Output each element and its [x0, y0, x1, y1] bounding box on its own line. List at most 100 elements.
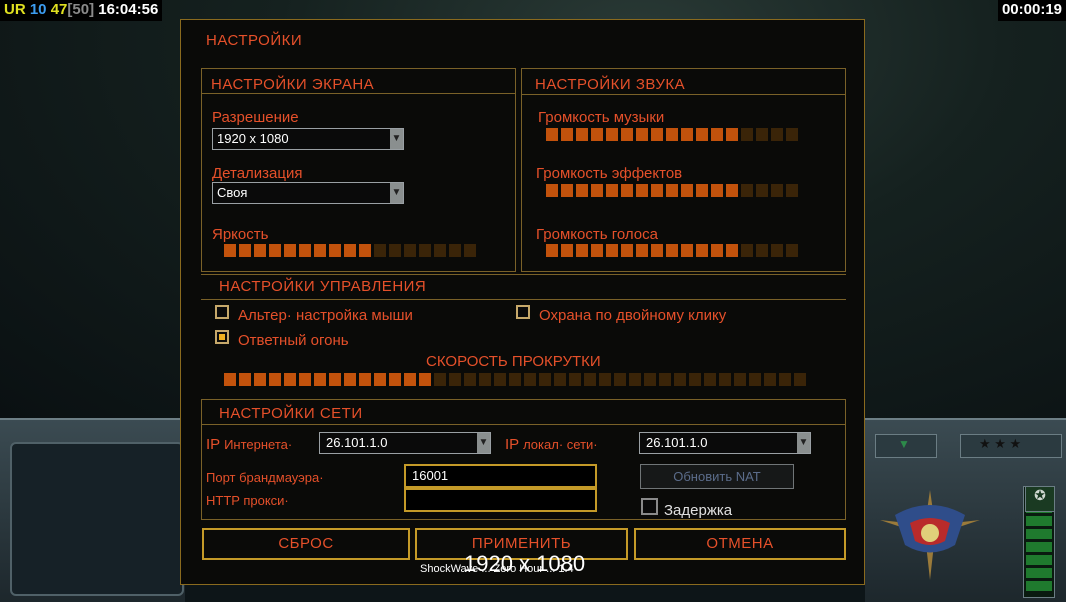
delay-checkbox[interactable] [641, 498, 658, 515]
slider-segment [689, 373, 701, 386]
system-clock: 16:04:56 [98, 1, 159, 18]
slider-segment [554, 373, 566, 386]
music-volume-slider[interactable] [546, 128, 798, 141]
slider-segment [599, 373, 611, 386]
slider-segment [374, 373, 386, 386]
slider-segment [771, 244, 783, 257]
http-proxy-label: HTTP прокси· [206, 493, 289, 508]
slider-segment [329, 244, 341, 257]
slider-segment [771, 128, 783, 141]
slider-segment [749, 373, 761, 386]
music-volume-label: Громкость музыки [538, 109, 665, 126]
slider-segment [404, 373, 416, 386]
slider-segment [299, 373, 311, 386]
slider-segment [359, 373, 371, 386]
faction-emblem-icon [880, 490, 980, 580]
slider-segment [636, 184, 648, 197]
slider-segment [621, 184, 633, 197]
slider-segment [756, 128, 768, 141]
stat-ur: UR [4, 1, 26, 18]
slider-segment [764, 373, 776, 386]
slider-segment [576, 244, 588, 257]
voice-volume-slider[interactable] [546, 244, 798, 257]
slider-segment [239, 244, 251, 257]
slider-segment [696, 128, 708, 141]
slider-segment [576, 128, 588, 141]
slider-segment [726, 244, 738, 257]
slider-segment [269, 373, 281, 386]
slider-segment [651, 244, 663, 257]
slider-segment [741, 128, 753, 141]
slider-segment [606, 184, 618, 197]
slider-segment [284, 244, 296, 257]
game-timer: 00:00:19 [997, 0, 1066, 21]
reset-button[interactable]: СБРОС [202, 528, 410, 560]
slider-segment [704, 373, 716, 386]
slider-segment [741, 244, 753, 257]
slider-segment [644, 373, 656, 386]
alt-mouse-checkbox[interactable] [215, 305, 229, 319]
hud-tab-rank[interactable]: ★ ★ ★ [960, 434, 1062, 458]
voice-volume-label: Громкость голоса [536, 226, 658, 243]
slider-segment [404, 244, 416, 257]
slider-segment [569, 373, 581, 386]
detail-dropdown[interactable]: Своя ▼ [212, 182, 404, 204]
slider-segment [359, 244, 371, 257]
slider-segment [726, 184, 738, 197]
power-icon: ✪ [1025, 486, 1055, 512]
slider-segment [434, 373, 446, 386]
slider-segment [651, 128, 663, 141]
slider-segment [299, 244, 311, 257]
settings-title: НАСТРОЙКИ [206, 32, 303, 49]
slider-segment [389, 373, 401, 386]
detail-label: Детализация [212, 165, 303, 182]
screen-settings-heading: НАСТРОЙКИ ЭКРАНА [211, 76, 375, 93]
effects-volume-slider[interactable] [546, 184, 798, 197]
slider-segment [681, 244, 693, 257]
update-nat-button[interactable]: Обновить NAT [640, 464, 794, 489]
slider-segment [546, 184, 558, 197]
stat-value-3: [50] [67, 1, 95, 18]
scroll-speed-slider[interactable] [224, 373, 806, 386]
slider-segment [674, 373, 686, 386]
slider-segment [666, 244, 678, 257]
slider-segment [419, 244, 431, 257]
chevron-down-icon: ▼ [390, 129, 403, 149]
slider-segment [389, 244, 401, 257]
chevron-down-icon: ▼ [390, 183, 403, 203]
slider-segment [786, 244, 798, 257]
lan-ip-value: 26.101.1.0 [646, 435, 708, 450]
resolution-value: 1920 x 1080 [217, 131, 289, 146]
slider-segment [509, 373, 521, 386]
slider-segment [711, 128, 723, 141]
cancel-button[interactable]: ОТМЕНА [634, 528, 846, 560]
slider-segment [591, 184, 603, 197]
slider-segment [344, 373, 356, 386]
internet-ip-dropdown[interactable]: 26.101.1.0 ▼ [319, 432, 491, 454]
slider-segment [771, 184, 783, 197]
slider-segment [239, 373, 251, 386]
hud-tab-left[interactable]: ▼ [875, 434, 937, 458]
slider-segment [651, 184, 663, 197]
double-click-guard-label: Охрана по двойному клику [539, 307, 727, 324]
return-fire-label: Ответный огонь [238, 332, 349, 349]
return-fire-checkbox[interactable] [215, 330, 229, 344]
lan-ip-label: IP локал· сети· [505, 436, 598, 453]
stats-overlay: UR 10 47[50] 16:04:56 [0, 0, 163, 21]
brightness-slider[interactable] [224, 244, 476, 257]
slider-segment [254, 373, 266, 386]
stat-value-2: 47 [50, 1, 68, 18]
hud-left-panel [0, 418, 185, 602]
firewall-port-input[interactable]: 16001 [404, 464, 597, 488]
http-proxy-input[interactable] [404, 488, 597, 512]
double-click-guard-checkbox[interactable] [516, 305, 530, 319]
slider-segment [284, 373, 296, 386]
resolution-dropdown[interactable]: 1920 x 1080 ▼ [212, 128, 404, 150]
hud-right-panel: ▼ ★ ★ ★ ✪ [865, 418, 1066, 602]
stat-value-1: 10 [29, 1, 47, 18]
slider-segment [779, 373, 791, 386]
slider-segment [254, 244, 266, 257]
slider-segment [591, 244, 603, 257]
effects-volume-label: Громкость эффектов [536, 165, 683, 182]
lan-ip-dropdown[interactable]: 26.101.1.0 ▼ [639, 432, 811, 454]
